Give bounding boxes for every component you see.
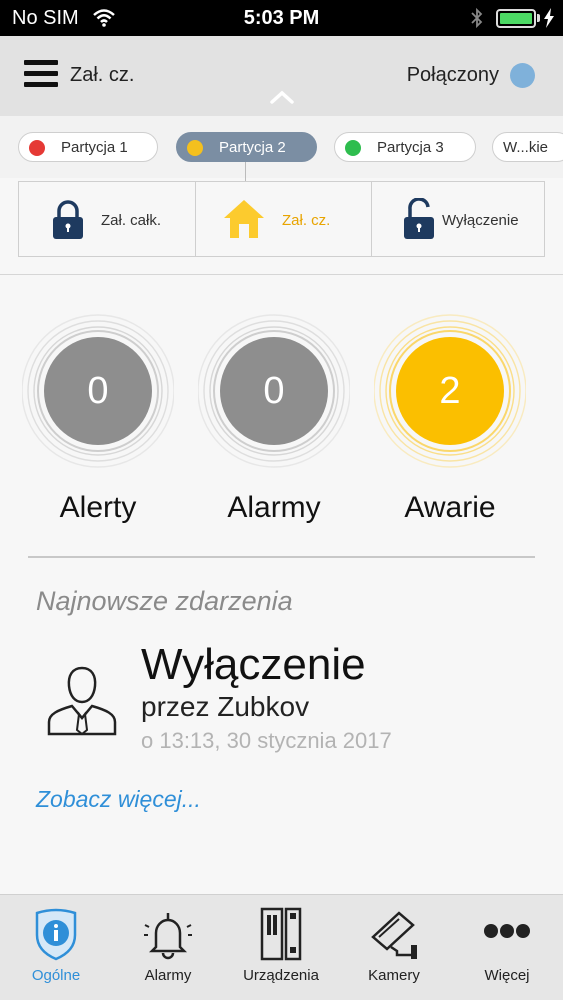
tab-general[interactable]: Ogólne bbox=[0, 895, 112, 1000]
bell-icon bbox=[144, 913, 192, 960]
bluetooth-icon bbox=[471, 7, 483, 29]
partition-status-dot bbox=[29, 140, 45, 156]
top-bar: Zał. cz. Połączony bbox=[0, 36, 563, 116]
tab-label: Ogólne bbox=[31, 967, 81, 984]
home-icon bbox=[224, 200, 264, 238]
event-title: Wyłączenie bbox=[141, 640, 366, 689]
arm-mode-selector: Zał. całk. Zał. cz. Wyłączenie bbox=[18, 181, 545, 257]
hamburger-menu-icon[interactable] bbox=[24, 60, 58, 90]
faults-counter[interactable]: 2 Awarie bbox=[374, 311, 534, 551]
counter-label: Awarie bbox=[404, 491, 496, 524]
charging-bolt-icon bbox=[544, 8, 554, 28]
user-avatar-icon bbox=[47, 666, 117, 736]
divider bbox=[28, 556, 535, 558]
partition-status-dot bbox=[345, 140, 361, 156]
connection-status-label: Połączony bbox=[406, 64, 499, 86]
info-shield-icon bbox=[35, 908, 77, 961]
tab-label: Urządzenia bbox=[243, 967, 319, 984]
alerts-counter[interactable]: 0 Alerty bbox=[22, 311, 182, 551]
devices-icon bbox=[260, 907, 302, 961]
partition-chip-3[interactable]: Partycja 3 bbox=[334, 132, 476, 162]
arm-partial-button[interactable]: Zał. cz. bbox=[195, 182, 371, 256]
disarm-button[interactable]: Wyłączenie bbox=[371, 182, 546, 256]
divider bbox=[0, 274, 563, 275]
status-bar: No SIM 5:03 PM bbox=[0, 0, 563, 36]
see-more-link[interactable]: Zobacz więcej... bbox=[36, 786, 201, 813]
tab-label: Alarmy bbox=[144, 967, 192, 984]
battery-icon bbox=[496, 9, 536, 28]
counter-value: 0 bbox=[263, 370, 285, 412]
recent-events-heading: Najnowsze zdarzenia bbox=[36, 586, 293, 616]
lock-open-icon bbox=[404, 198, 434, 239]
tab-cameras[interactable]: Kamery bbox=[338, 895, 450, 1000]
partition-label: Partycja 3 bbox=[377, 139, 444, 156]
tab-devices[interactable]: Urządzenia bbox=[225, 895, 337, 1000]
counter-value: 2 bbox=[439, 370, 461, 412]
tab-label: Więcej bbox=[484, 967, 530, 984]
counter-value: 0 bbox=[87, 370, 109, 412]
partition-label: Partycja 2 bbox=[219, 139, 286, 156]
battery-nub bbox=[537, 14, 540, 22]
current-mode-title: Zał. cz. bbox=[70, 64, 135, 86]
chevron-up-icon[interactable] bbox=[269, 88, 295, 106]
tab-alarms[interactable]: Alarmy bbox=[112, 895, 224, 1000]
tab-label: Kamery bbox=[368, 967, 420, 984]
partition-status-dot bbox=[187, 140, 203, 156]
selected-partition-connector bbox=[245, 162, 246, 182]
counter-label: Alerty bbox=[59, 491, 137, 524]
partition-selector: Partycja 1 Partycja 2 Partycja 3 W...kie bbox=[0, 116, 563, 178]
arm-mode-label: Zał. cz. bbox=[282, 212, 331, 229]
camera-icon bbox=[371, 911, 417, 959]
bottom-tab-bar: Ogólne Alarmy Urządzenia Kamery Więcej bbox=[0, 894, 563, 1000]
event-user: przez Zubkov bbox=[141, 691, 310, 722]
app-screen: Zał. cz. Połączony Partycja 1 Partycja 2… bbox=[0, 36, 563, 1000]
lock-closed-icon bbox=[53, 200, 83, 239]
counter-label: Alarmy bbox=[227, 491, 321, 524]
arm-mode-label: Zał. całk. bbox=[101, 212, 162, 229]
event-timestamp: o 13:13, 30 stycznia 2017 bbox=[141, 728, 392, 753]
more-dots-icon bbox=[484, 924, 530, 938]
connection-status-dot bbox=[510, 63, 535, 88]
partition-chip-1[interactable]: Partycja 1 bbox=[18, 132, 158, 162]
partition-label: Partycja 1 bbox=[61, 139, 128, 156]
arm-full-button[interactable]: Zał. całk. bbox=[19, 182, 195, 256]
partition-chip-2[interactable]: Partycja 2 bbox=[176, 132, 317, 162]
arm-mode-label: Wyłączenie bbox=[442, 212, 519, 229]
partition-label: W...kie bbox=[503, 139, 549, 156]
tab-more[interactable]: Więcej bbox=[451, 895, 563, 1000]
partition-chip-all[interactable]: W...kie bbox=[492, 132, 563, 162]
alarms-counter[interactable]: 0 Alarmy bbox=[198, 311, 358, 551]
